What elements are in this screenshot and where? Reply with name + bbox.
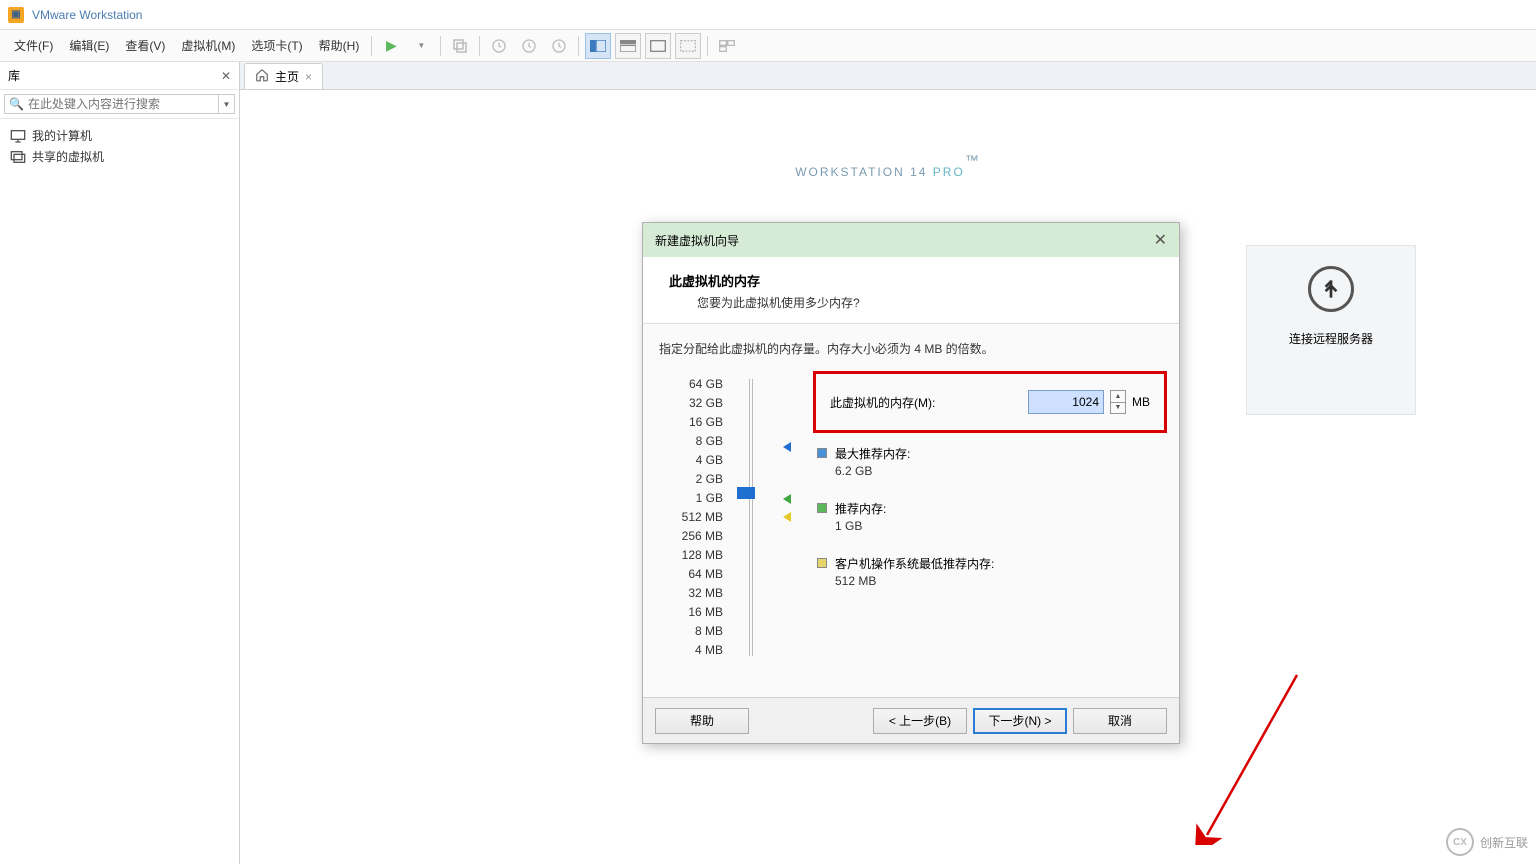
highlighted-input-box: 此虚拟机的内存(M): ▲ ▼ MB	[813, 371, 1167, 433]
app-title: VMware Workstation	[32, 8, 142, 22]
feature-label: 连接远程服务器	[1289, 330, 1373, 347]
tab-home[interactable]: 主页 ×	[244, 63, 323, 89]
legend-max-label: 最大推荐内存:	[835, 445, 1163, 462]
legend-min-label: 客户机操作系统最低推荐内存:	[835, 555, 1163, 572]
spinner-down[interactable]: ▼	[1111, 403, 1125, 414]
sidebar-close-icon[interactable]: ✕	[221, 69, 231, 83]
wizard-heading: 此虚拟机的内存	[669, 274, 760, 289]
wizard-body: 指定分配给此虚拟机的内存量。内存大小必须为 4 MB 的倍数。 64 GB 32…	[643, 324, 1179, 676]
memory-unit: MB	[1132, 395, 1150, 409]
max-marker	[783, 442, 791, 452]
legend-square-yellow	[817, 558, 827, 568]
back-button[interactable]: < 上一步(B)	[873, 708, 967, 734]
tree-label: 我的计算机	[32, 127, 92, 144]
wizard-titlebar[interactable]: 新建虚拟机向导 ✕	[643, 223, 1179, 257]
search-dropdown[interactable]: ▼	[219, 94, 235, 114]
tree-label: 共享的虚拟机	[32, 148, 104, 165]
view-mode-4[interactable]	[675, 33, 701, 59]
remote-connect-icon	[1308, 266, 1354, 312]
rec-marker	[783, 494, 791, 504]
product-branding: WORKSTATION 14 PRO™	[795, 150, 981, 184]
view-mode-3[interactable]	[645, 33, 671, 59]
next-button[interactable]: 下一步(N) >	[973, 708, 1067, 734]
tab-close-icon[interactable]: ×	[305, 70, 312, 84]
menu-view[interactable]: 查看(V)	[117, 33, 173, 58]
menubar: 文件(F) 编辑(E) 查看(V) 虚拟机(M) 选项卡(T) 帮助(H) ▶ …	[0, 30, 1536, 62]
wizard-subheading: 您要为此虚拟机使用多少内存?	[697, 294, 1153, 311]
memory-config-area: 64 GB 32 GB 16 GB 8 GB 4 GB 2 GB 1 GB 51…	[659, 375, 1163, 660]
legend-rec-value: 1 GB	[835, 519, 1163, 533]
min-marker	[783, 512, 791, 522]
legend-min-value: 512 MB	[835, 574, 1163, 588]
toolbar-clock3-icon[interactable]	[546, 33, 572, 59]
slider-thumb[interactable]	[737, 487, 755, 499]
wizard-description: 指定分配给此虚拟机的内存量。内存大小必须为 4 MB 的倍数。	[659, 340, 1163, 357]
legend-max-value: 6.2 GB	[835, 464, 1163, 478]
sidebar-title: 库	[8, 67, 20, 84]
legend-rec-label: 推荐内存:	[835, 500, 1163, 517]
memory-right-panel: 此虚拟机的内存(M): ▲ ▼ MB 最大推荐内存:	[817, 375, 1163, 660]
menu-vm[interactable]: 虚拟机(M)	[173, 33, 243, 58]
toolbar-grid-icon[interactable]	[714, 33, 740, 59]
marker-column	[781, 375, 799, 660]
search-input[interactable]	[28, 97, 214, 111]
titlebar: ▣ VMware Workstation	[0, 0, 1536, 30]
home-icon	[255, 68, 269, 85]
watermark: CX 创新互联	[1446, 828, 1528, 856]
sidebar: 库 ✕ 🔍 ▼ 我的计算机 共享的虚拟机	[0, 62, 240, 864]
watermark-icon: CX	[1446, 828, 1474, 856]
cancel-button[interactable]: 取消	[1073, 708, 1167, 734]
menu-help[interactable]: 帮助(H)	[311, 33, 368, 58]
play-button[interactable]: ▶	[378, 33, 404, 59]
wizard-footer: 帮助 < 上一步(B) 下一步(N) > 取消	[643, 697, 1179, 743]
memory-input-wrap: ▲ ▼ MB	[1028, 390, 1150, 414]
memory-input[interactable]	[1028, 390, 1104, 414]
memory-legend: 最大推荐内存: 6.2 GB 推荐内存: 1 GB	[817, 445, 1163, 588]
menu-file[interactable]: 文件(F)	[6, 33, 61, 58]
shared-icon	[10, 150, 26, 164]
toolbar-snapshot-icon[interactable]	[447, 33, 473, 59]
legend-square-blue	[817, 448, 827, 458]
menu-edit[interactable]: 编辑(E)	[61, 33, 117, 58]
wizard-header: 此虚拟机的内存 您要为此虚拟机使用多少内存?	[643, 257, 1179, 324]
menu-tabs[interactable]: 选项卡(T)	[243, 33, 310, 58]
tree-item-my-computer[interactable]: 我的计算机	[4, 125, 235, 146]
spinner-up[interactable]: ▲	[1111, 391, 1125, 403]
sidebar-search-row: 🔍 ▼	[0, 90, 239, 119]
view-mode-2[interactable]	[615, 33, 641, 59]
search-box[interactable]: 🔍	[4, 94, 219, 114]
new-vm-wizard-dialog: 新建虚拟机向导 ✕ 此虚拟机的内存 您要为此虚拟机使用多少内存? 指定分配给此虚…	[642, 222, 1180, 744]
tree-item-shared-vm[interactable]: 共享的虚拟机	[4, 146, 235, 167]
view-mode-1[interactable]	[585, 33, 611, 59]
watermark-text: 创新互联	[1480, 834, 1528, 851]
play-dropdown[interactable]: ▼	[408, 33, 434, 59]
memory-spinner[interactable]: ▲ ▼	[1110, 390, 1126, 414]
wizard-title: 新建虚拟机向导	[655, 232, 739, 249]
toolbar-clock2-icon[interactable]	[516, 33, 542, 59]
feature-card-remote[interactable]: 连接远程服务器	[1246, 245, 1416, 415]
toolbar-clock1-icon[interactable]	[486, 33, 512, 59]
sidebar-tree: 我的计算机 共享的虚拟机	[0, 119, 239, 173]
sidebar-header: 库 ✕	[0, 62, 239, 90]
memory-slider[interactable]	[741, 375, 763, 660]
tab-label: 主页	[275, 68, 299, 85]
memory-input-label: 此虚拟机的内存(M):	[830, 394, 935, 411]
monitor-icon	[10, 129, 26, 143]
search-icon: 🔍	[9, 97, 24, 111]
app-icon: ▣	[8, 7, 24, 23]
memory-scale: 64 GB 32 GB 16 GB 8 GB 4 GB 2 GB 1 GB 51…	[659, 375, 723, 660]
tabbar: 主页 ×	[240, 62, 1536, 90]
wizard-close-icon[interactable]: ✕	[1154, 230, 1167, 250]
legend-square-green	[817, 503, 827, 513]
help-button[interactable]: 帮助	[655, 708, 749, 734]
